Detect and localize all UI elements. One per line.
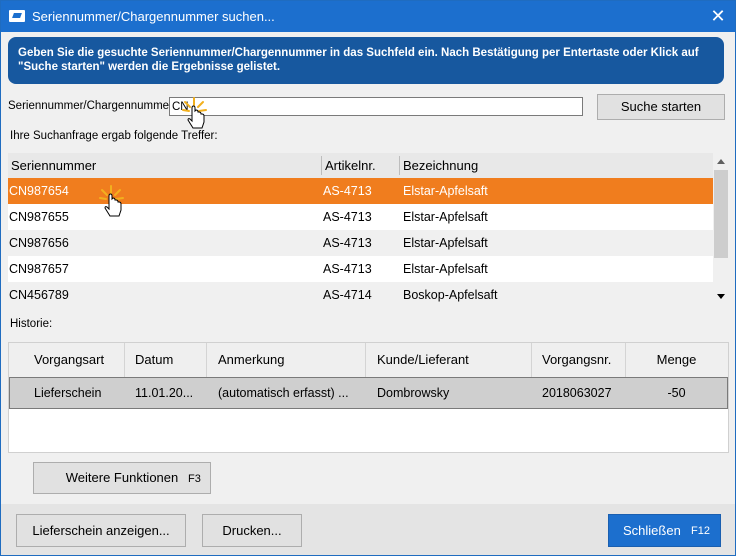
close-shortcut: F12 bbox=[691, 525, 710, 537]
show-delivery-note-button[interactable]: Lieferschein anzeigen... bbox=[16, 514, 186, 547]
cell-note: (automatisch erfasst) ... bbox=[218, 386, 349, 400]
cell-serial: CN987655 bbox=[9, 210, 69, 224]
cell-article: AS-4713 bbox=[323, 210, 372, 224]
cell-quantity: -50 bbox=[667, 386, 686, 400]
cell-name: Elstar-Apfelsaft bbox=[403, 184, 488, 198]
cell-article: AS-4713 bbox=[323, 262, 372, 276]
close-button[interactable]: Schließen F12 bbox=[608, 514, 721, 547]
column-separator bbox=[206, 343, 207, 377]
table-row[interactable]: Lieferschein 11.01.20... (automatisch er… bbox=[9, 377, 728, 409]
print-label: Drucken... bbox=[222, 523, 282, 538]
search-label: Seriennummer/Chargennummer: bbox=[8, 100, 177, 112]
column-header-number[interactable]: Vorgangsnr. bbox=[542, 343, 611, 377]
scroll-up-icon[interactable] bbox=[717, 159, 725, 164]
history-label: Historie: bbox=[10, 318, 53, 330]
column-header-serial[interactable]: Seriennummer bbox=[8, 153, 322, 178]
title-bar[interactable]: Seriennummer/Chargennummer suchen... ✕ bbox=[1, 1, 735, 32]
search-start-button-label: Suche starten bbox=[620, 99, 702, 114]
window-title: Seriennummer/Chargennummer suchen... bbox=[32, 9, 275, 24]
table-row[interactable]: CN987656 AS-4713 Elstar-Apfelsaft bbox=[8, 230, 713, 256]
history-table: Vorgangsart Datum Anmerkung Kunde/Liefer… bbox=[8, 342, 729, 453]
cell-serial: CN987654 bbox=[9, 184, 69, 198]
column-header-quantity[interactable]: Menge bbox=[625, 343, 728, 377]
results-table: Seriennummer Artikelnr. Bezeichnung CN98… bbox=[8, 153, 729, 305]
column-separator bbox=[531, 343, 532, 377]
column-separator bbox=[365, 343, 366, 377]
cell-name: Elstar-Apfelsaft bbox=[403, 236, 488, 250]
column-header-type[interactable]: Vorgangsart bbox=[34, 343, 104, 377]
cell-serial: CN456789 bbox=[9, 288, 69, 302]
cell-name: Boskop-Apfelsaft bbox=[403, 288, 498, 302]
more-functions-shortcut: F3 bbox=[188, 473, 201, 485]
cell-date: 11.01.20... bbox=[135, 386, 194, 400]
table-row[interactable]: CN456789 AS-4714 Boskop-Apfelsaft bbox=[8, 282, 713, 305]
more-functions-button[interactable]: Weitere Funktionen F3 bbox=[33, 462, 211, 494]
dialog-window: Seriennummer/Chargennummer suchen... ✕ G… bbox=[0, 0, 736, 556]
results-scrollbar[interactable] bbox=[713, 153, 729, 305]
search-input[interactable] bbox=[169, 97, 583, 116]
cell-article: AS-4714 bbox=[323, 288, 372, 302]
cell-type: Lieferschein bbox=[34, 386, 102, 400]
cell-serial: CN987656 bbox=[9, 236, 69, 250]
result-label: Ihre Suchanfrage ergab folgende Treffer: bbox=[10, 130, 218, 142]
scroll-down-icon[interactable] bbox=[717, 294, 725, 299]
results-table-header: Seriennummer Artikelnr. Bezeichnung bbox=[8, 153, 713, 178]
info-banner: Geben Sie die gesuchte Seriennummer/Char… bbox=[8, 37, 724, 84]
cell-name: Elstar-Apfelsaft bbox=[403, 210, 488, 224]
table-row[interactable]: CN987654 AS-4713 Elstar-Apfelsaft bbox=[8, 178, 713, 204]
close-label: Schließen bbox=[623, 523, 681, 538]
column-header-article[interactable]: Artikelnr. bbox=[322, 153, 400, 178]
history-table-header: Vorgangsart Datum Anmerkung Kunde/Liefer… bbox=[9, 343, 728, 377]
window-close-button[interactable]: ✕ bbox=[705, 4, 731, 29]
show-delivery-note-label: Lieferschein anzeigen... bbox=[32, 523, 170, 538]
cell-article: AS-4713 bbox=[323, 236, 372, 250]
print-button[interactable]: Drucken... bbox=[202, 514, 302, 547]
cell-article: AS-4713 bbox=[323, 184, 372, 198]
scrollbar-thumb[interactable] bbox=[714, 170, 728, 258]
cell-party: Dombrowsky bbox=[377, 386, 450, 400]
column-separator bbox=[124, 343, 125, 377]
search-start-button[interactable]: Suche starten bbox=[597, 94, 725, 120]
app-icon bbox=[9, 10, 25, 22]
column-header-party[interactable]: Kunde/Lieferant bbox=[377, 343, 469, 377]
table-row[interactable]: CN987657 AS-4713 Elstar-Apfelsaft bbox=[8, 256, 713, 282]
column-header-note[interactable]: Anmerkung bbox=[218, 343, 284, 377]
more-functions-label: Weitere Funktionen bbox=[65, 470, 179, 485]
cell-number: 2018063027 bbox=[542, 386, 612, 400]
table-row[interactable]: CN987655 AS-4713 Elstar-Apfelsaft bbox=[8, 204, 713, 230]
column-header-name[interactable]: Bezeichnung bbox=[400, 153, 700, 178]
column-header-date[interactable]: Datum bbox=[135, 343, 173, 377]
cell-name: Elstar-Apfelsaft bbox=[403, 262, 488, 276]
cell-serial: CN987657 bbox=[9, 262, 69, 276]
